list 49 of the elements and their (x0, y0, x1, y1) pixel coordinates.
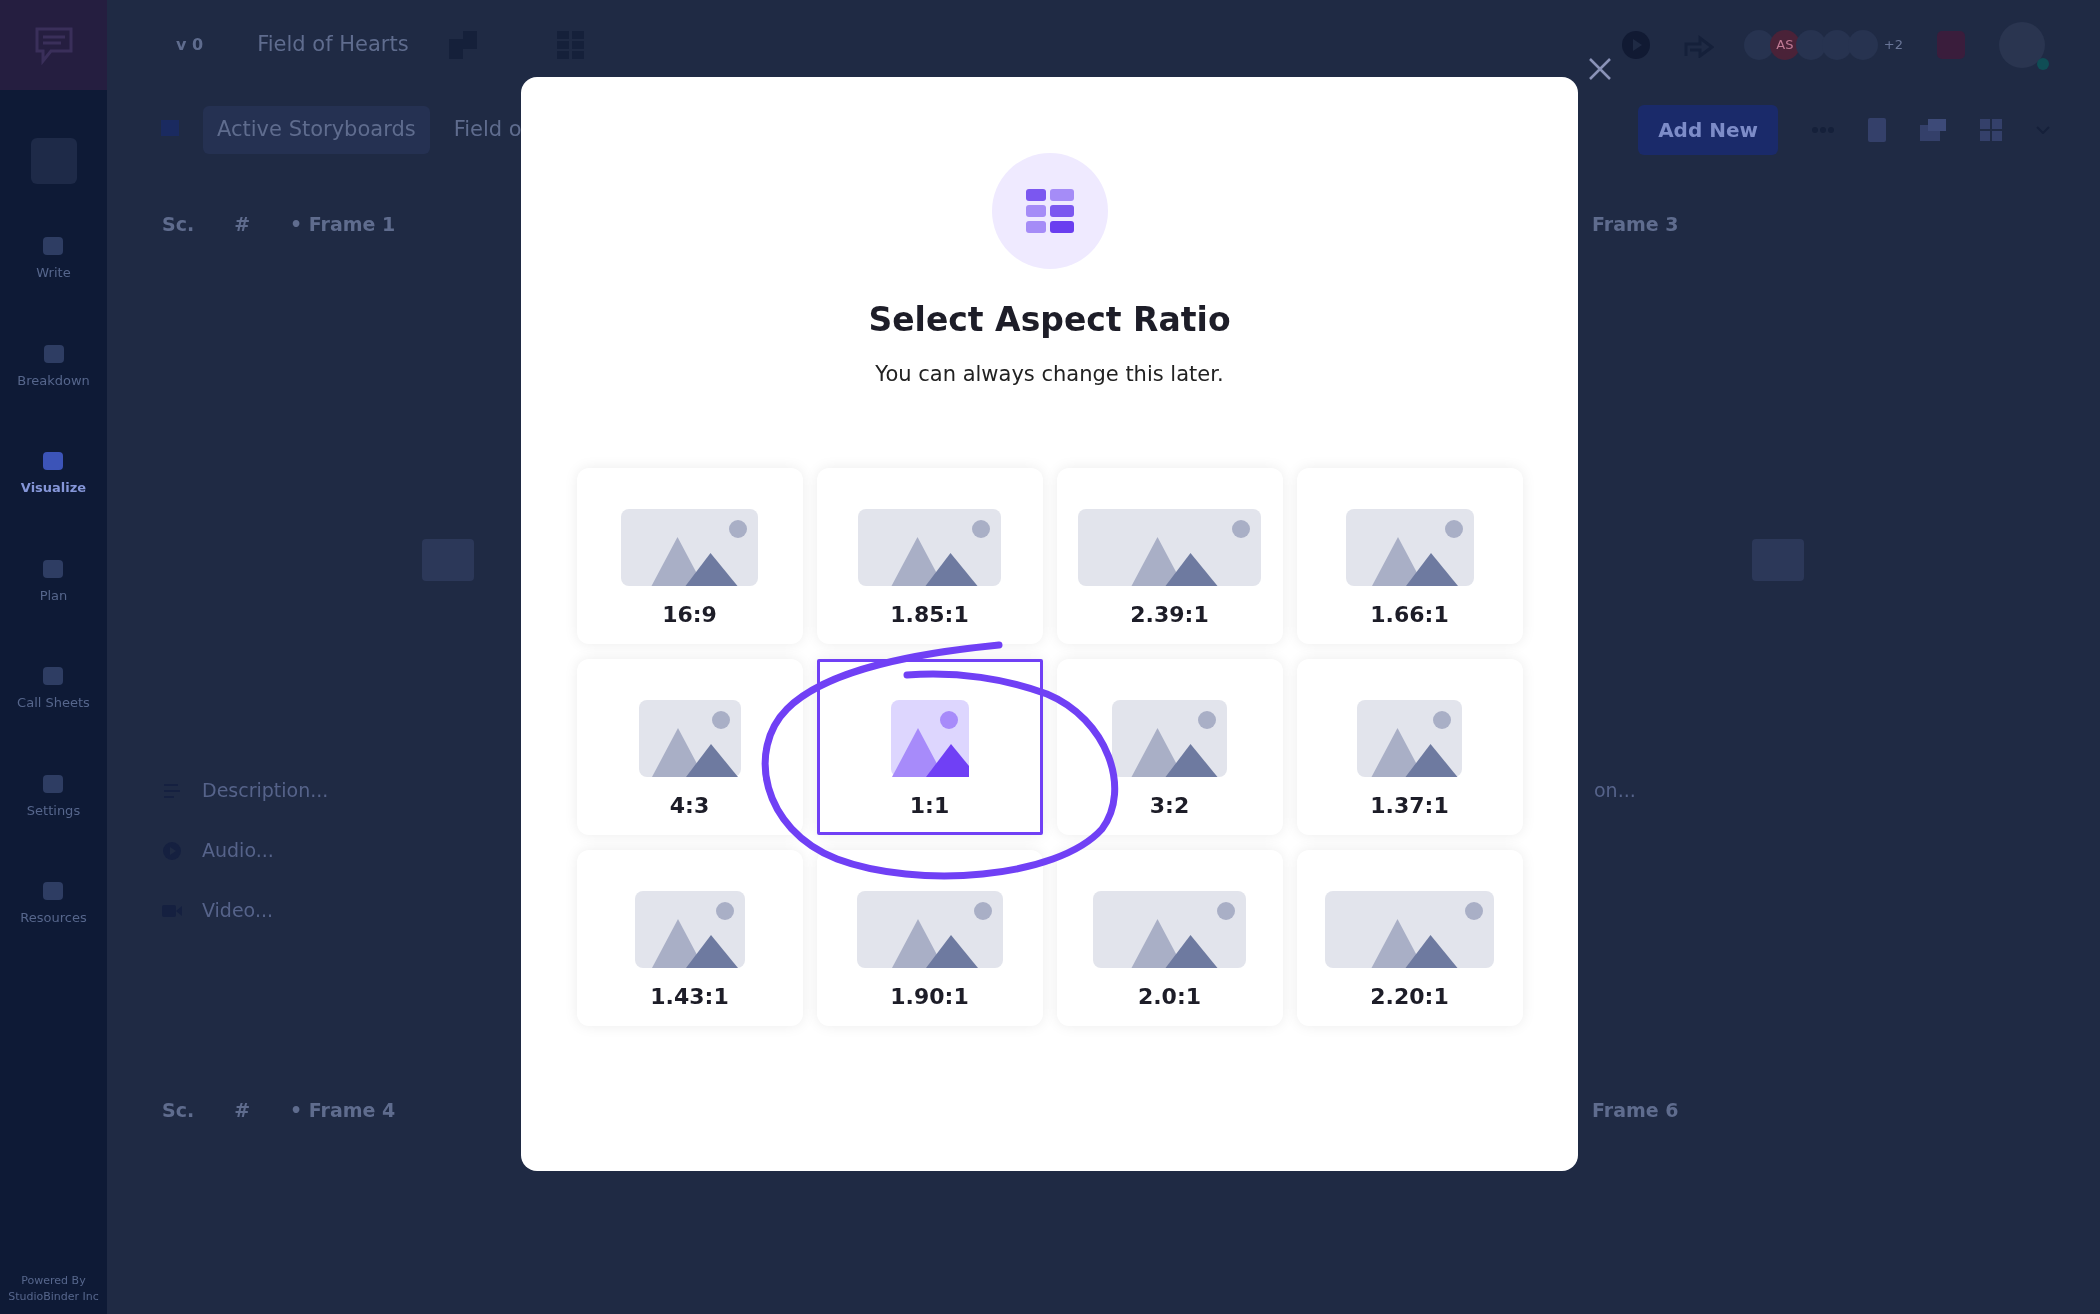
nav-icon (41, 342, 66, 365)
input-field[interactable]: on... (1592, 775, 1842, 806)
image-placeholder-icon (1093, 891, 1246, 968)
layout-icon[interactable] (1980, 119, 2002, 141)
input-field[interactable]: Video... (200, 895, 450, 926)
modal-subtitle: You can always change this later. (875, 360, 1224, 388)
image-placeholder-icon (1112, 700, 1227, 777)
image-placeholder-icon (858, 509, 1001, 586)
scene-label: Sc. (162, 1098, 195, 1123)
image-placeholder-icon (890, 700, 969, 777)
nav-icon (41, 772, 66, 795)
image-placeholder-icon (1345, 509, 1474, 586)
image-placeholder-icon (634, 891, 745, 968)
sidebar-item[interactable]: Visualize (14, 449, 93, 499)
avatar (1795, 30, 1826, 60)
add-new-button[interactable]: Add New (1638, 105, 1778, 155)
frame-title: Frame 3 (1592, 212, 1679, 237)
image-placeholder-icon (621, 509, 758, 586)
document-icon[interactable] (1868, 118, 1886, 142)
close-icon[interactable] (1588, 56, 1612, 81)
nav-icon (41, 557, 66, 580)
avatar (1743, 30, 1774, 60)
powered-by-text: Powered By StudioBinder Inc (7, 1273, 100, 1305)
avatar-overflow-count: +2 (1883, 36, 1903, 55)
nav-icon (41, 450, 66, 472)
number-label: # (234, 1098, 251, 1123)
window-icon[interactable] (1920, 119, 1946, 141)
comment-icon[interactable] (1937, 31, 1965, 59)
image-placeholder-icon (1078, 509, 1261, 586)
grid-icon (1025, 189, 1074, 233)
image-placeholder-icon (638, 700, 741, 777)
input-field[interactable]: Description... (200, 775, 450, 806)
aspect-ratio-option[interactable]: 1:1 (816, 659, 1043, 835)
input-field[interactable]: Audio... (200, 835, 450, 866)
nav-icon (41, 235, 66, 257)
nav-icon (41, 665, 66, 687)
frame-title: • Frame 1 (290, 212, 396, 237)
frame-title: Frame 6 (1592, 1098, 1679, 1123)
image-placeholder-icon (856, 891, 1003, 968)
frame-title: • Frame 4 (290, 1098, 396, 1123)
number-label: # (234, 212, 251, 237)
image-placeholder-icon (1325, 891, 1494, 968)
nav-icon (41, 880, 66, 902)
project-title: Field of Hearts (257, 31, 409, 59)
initials-avatar: AS (1769, 30, 1800, 60)
online-status-dot (2037, 58, 2049, 70)
image-placeholder-icon (1357, 700, 1462, 777)
scene-label: Sc. (162, 212, 195, 237)
modal-title: Select Aspect Ratio (868, 299, 1231, 341)
